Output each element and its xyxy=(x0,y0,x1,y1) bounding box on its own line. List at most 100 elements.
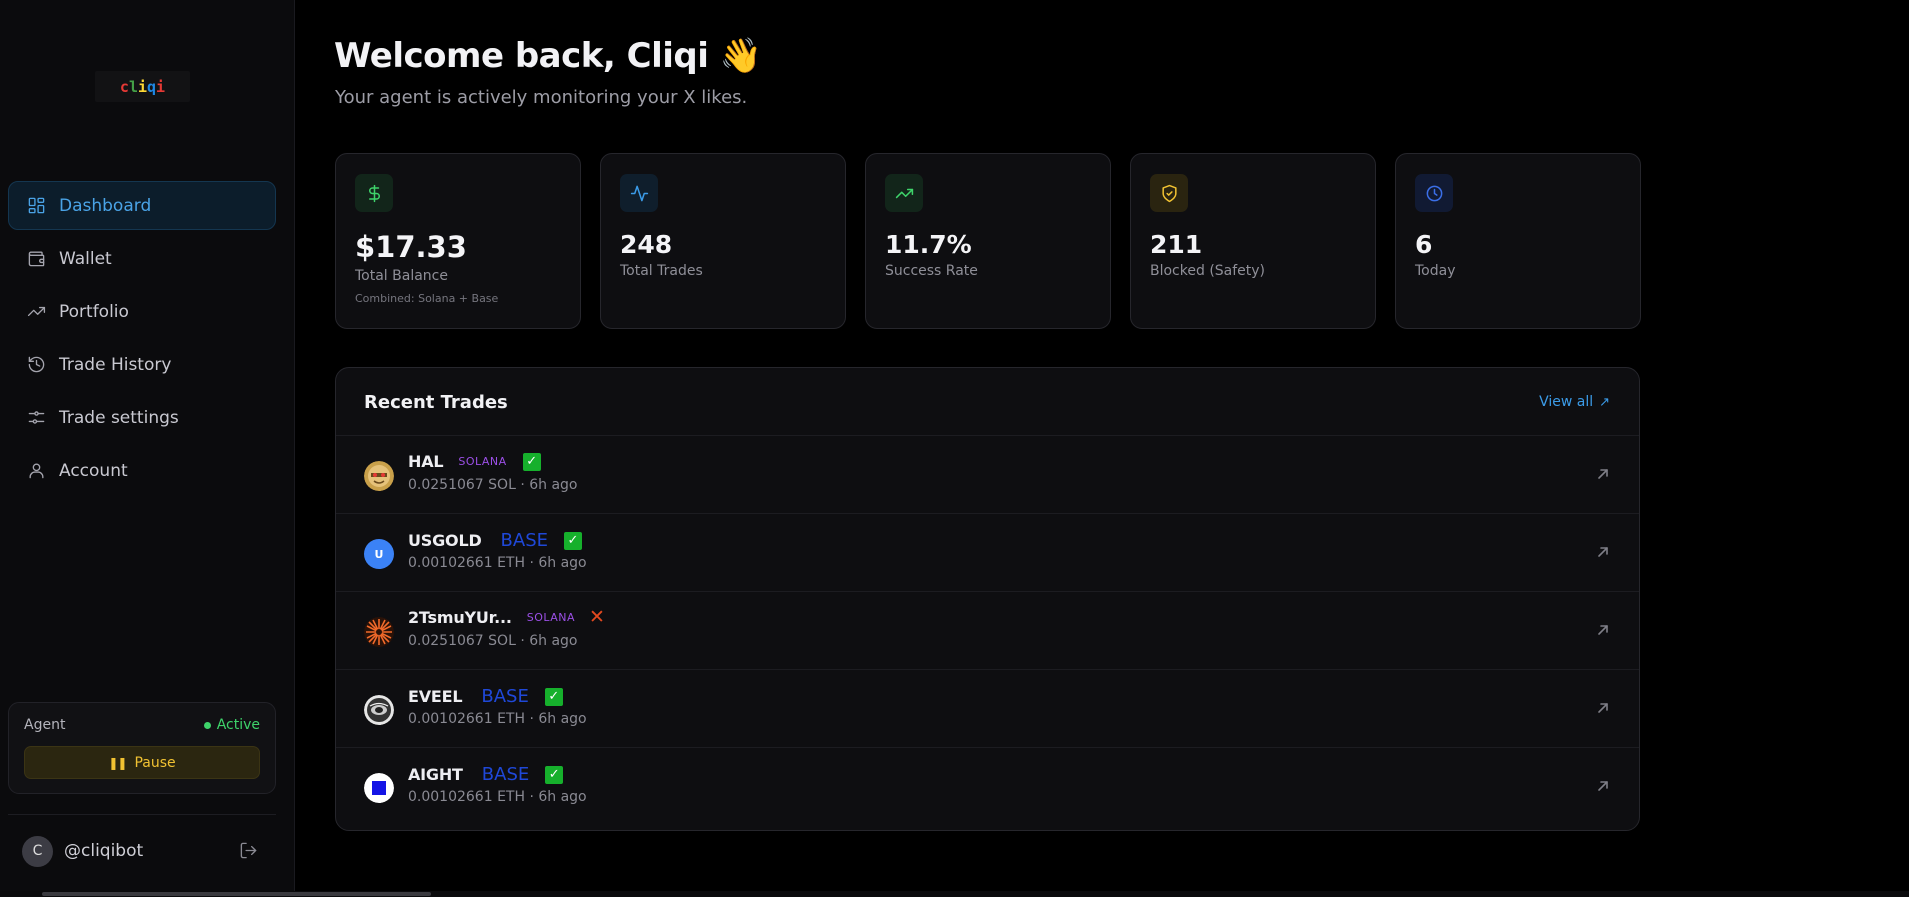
view-all-label: View all xyxy=(1539,394,1594,410)
sidebar-item-trade-settings[interactable]: Trade settings xyxy=(8,393,276,442)
trade-detail: 0.0251067 SOL · 6h ago xyxy=(408,477,578,493)
view-all-link[interactable]: View all ↗ xyxy=(1539,394,1610,410)
token-name: HAL xyxy=(408,452,444,471)
trade-detail: 0.00102661 ETH · 6h ago xyxy=(408,711,587,727)
sidebar-nav: Dashboard Wallet Portfolio Trade History… xyxy=(8,181,276,499)
sidebar-item-portfolio[interactable]: Portfolio xyxy=(8,287,276,336)
arrow-up-right-icon[interactable] xyxy=(1596,700,1610,714)
usgold-token-icon: U xyxy=(364,539,394,569)
user-profile: C @cliqibot xyxy=(22,835,288,867)
dollar-icon xyxy=(355,174,393,212)
logout-icon[interactable] xyxy=(239,841,259,861)
stat-label: Total Balance xyxy=(355,268,448,284)
trade-detail: 0.00102661 ETH · 6h ago xyxy=(408,789,587,805)
trade-name-line: USGOLD BASE ✓ xyxy=(408,530,582,551)
horizontal-scrollbar[interactable] xyxy=(0,891,1909,897)
trade-row[interactable]: AIGHT BASE ✓ 0.00102661 ETH · 6h ago xyxy=(336,748,1639,826)
trade-name-line: EVEEL BASE ✓ xyxy=(408,686,563,707)
agent-status: Active xyxy=(203,717,260,733)
stat-value: $17.33 xyxy=(355,230,467,264)
pause-icon: ❚❚ xyxy=(108,755,127,770)
trade-row[interactable]: U USGOLD BASE ✓ 0.00102661 ETH · 6h ago xyxy=(336,514,1639,592)
stat-card-today: 6 Today xyxy=(1395,153,1641,329)
arrow-up-right-icon[interactable] xyxy=(1596,466,1610,480)
sidebar-item-label: Trade settings xyxy=(59,407,179,428)
stat-label: Today xyxy=(1415,263,1456,279)
cross-icon: ✕ xyxy=(589,606,605,628)
arrow-up-right-icon[interactable] xyxy=(1596,778,1610,792)
check-icon: ✓ xyxy=(522,452,541,471)
user-icon xyxy=(25,460,47,482)
token-name: USGOLD xyxy=(408,531,482,550)
hal-token-icon xyxy=(364,461,394,491)
stat-card-total-balance: $17.33 Total Balance Combined: Solana + … xyxy=(335,153,581,329)
stat-value: 248 xyxy=(620,230,673,259)
trending-up-icon xyxy=(885,174,923,212)
2tsmu-token-icon xyxy=(364,617,394,647)
sidebar-item-label: Portfolio xyxy=(59,301,129,322)
chain-badge: SOLANA xyxy=(458,455,507,468)
avatar[interactable]: C xyxy=(22,835,53,867)
username: @cliqibot xyxy=(64,841,144,861)
stat-label: Success Rate xyxy=(885,263,978,279)
sidebar-divider xyxy=(8,814,276,815)
stat-label: Total Trades xyxy=(620,263,703,279)
pause-button[interactable]: ❚❚ Pause xyxy=(24,746,260,779)
agent-label: Agent xyxy=(24,717,66,733)
recent-trades-panel: Recent Trades View all ↗ HAL SOLANA ✓ 0.… xyxy=(335,367,1640,831)
stat-value: 11.7% xyxy=(885,230,972,259)
check-icon: ✓ xyxy=(564,531,582,550)
trending-up-icon xyxy=(25,301,47,323)
sidebar-item-wallet[interactable]: Wallet xyxy=(8,234,276,283)
sidebar-item-account[interactable]: Account xyxy=(8,446,276,495)
trade-name-line: HAL SOLANA ✓ xyxy=(408,452,541,471)
arrow-up-right-icon[interactable] xyxy=(1596,544,1610,558)
check-icon: ✓ xyxy=(544,687,563,706)
sidebar-item-trade-history[interactable]: Trade History xyxy=(8,340,276,389)
aight-token-icon xyxy=(364,773,394,803)
sidebar-item-label: Trade History xyxy=(59,354,172,375)
sidebar-item-label: Wallet xyxy=(59,248,112,269)
trade-row[interactable]: 2TsmuYUr... SOLANA ✕ 0.0251067 SOL · 6h … xyxy=(336,592,1639,670)
stat-card-success-rate: 11.7% Success Rate xyxy=(865,153,1111,329)
sidebar: cliqi Dashboard Wallet Portfolio Trade H… xyxy=(0,0,295,897)
clock-icon xyxy=(1415,174,1453,212)
activity-icon xyxy=(620,174,658,212)
trade-row[interactable]: HAL SOLANA ✓ 0.0251067 SOL · 6h ago xyxy=(336,436,1639,514)
sidebar-item-label: Account xyxy=(59,460,128,481)
wallet-icon xyxy=(25,248,47,270)
check-icon: ✓ xyxy=(545,765,564,784)
trade-detail: 0.0251067 SOL · 6h ago xyxy=(408,633,578,649)
eveel-token-icon xyxy=(364,695,394,725)
token-name: EVEEL xyxy=(408,687,463,706)
arrow-up-right-icon: ↗ xyxy=(1599,394,1610,410)
trade-row[interactable]: EVEEL BASE ✓ 0.00102661 ETH · 6h ago xyxy=(336,670,1639,748)
recent-trades-title: Recent Trades xyxy=(364,392,508,413)
agent-status-text: Active xyxy=(216,717,260,733)
shield-icon xyxy=(1150,174,1188,212)
arrow-up-right-icon[interactable] xyxy=(1596,622,1610,636)
chain-badge: BASE xyxy=(500,530,548,551)
scrollbar-thumb[interactable] xyxy=(42,892,431,896)
history-icon xyxy=(25,354,47,376)
token-name: AIGHT xyxy=(408,765,463,784)
stat-label: Blocked (Safety) xyxy=(1150,263,1266,279)
stat-card-blocked: 211 Blocked (Safety) xyxy=(1130,153,1376,329)
chain-badge: BASE xyxy=(481,764,530,785)
stat-card-total-trades: 248 Total Trades xyxy=(600,153,846,329)
dashboard-icon xyxy=(25,195,47,217)
token-name: 2TsmuYUr... xyxy=(408,608,512,627)
trade-detail: 0.00102661 ETH · 6h ago xyxy=(408,555,587,571)
status-dot-icon xyxy=(203,721,211,729)
page-title: Welcome back, Cliqi 👋 xyxy=(334,36,762,76)
agent-card: Agent Active ❚❚ Pause xyxy=(8,702,276,794)
app-logo[interactable]: cliqi xyxy=(95,71,190,102)
chain-badge: SOLANA xyxy=(526,611,576,624)
sliders-icon xyxy=(25,407,47,429)
stat-note: Combined: Solana + Base xyxy=(355,292,499,305)
sidebar-item-dashboard[interactable]: Dashboard xyxy=(8,181,276,230)
pause-label: Pause xyxy=(134,754,176,771)
stat-value: 6 xyxy=(1415,230,1433,259)
chain-badge: BASE xyxy=(481,686,529,707)
trade-name-line: AIGHT BASE ✓ xyxy=(408,764,564,785)
